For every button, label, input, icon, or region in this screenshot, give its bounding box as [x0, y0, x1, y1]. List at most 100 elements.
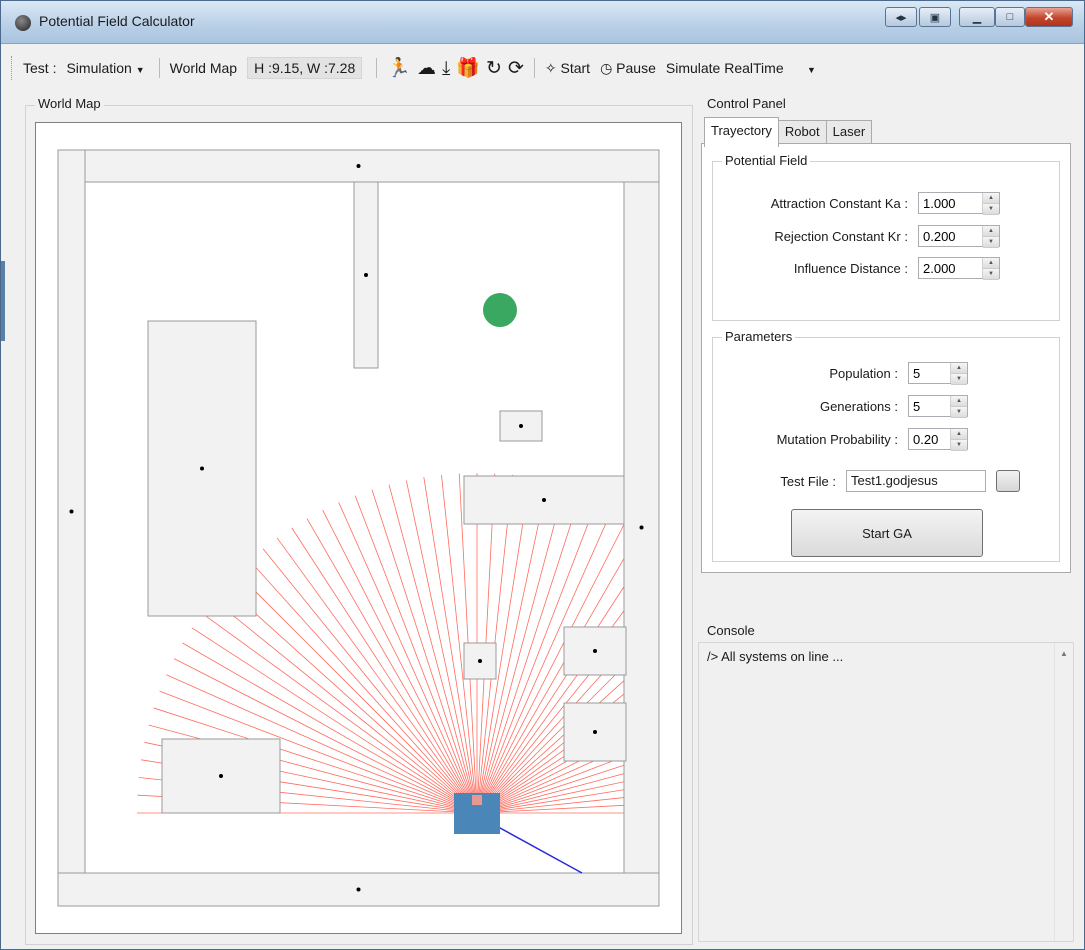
mutation-label: Mutation Probability :: [776, 431, 898, 447]
obstacle-center-dot: [478, 659, 482, 663]
ka-spinner[interactable]: ▲▼: [918, 192, 1000, 215]
spin-up-icon[interactable]: ▲: [951, 429, 967, 440]
spin-up-icon[interactable]: ▲: [951, 363, 967, 374]
population-input[interactable]: [909, 363, 951, 383]
laser-ray: [371, 489, 478, 814]
control-tabs: Trayectory Robot Laser: [704, 117, 873, 147]
spin-arrows[interactable]: ▲ ▼: [982, 258, 999, 280]
run-icon[interactable]: 🏃: [387, 59, 411, 78]
console-panel[interactable]: /> All systems on line ... ▲: [698, 642, 1074, 942]
kr-input[interactable]: [919, 226, 983, 246]
spin-down-icon[interactable]: ▼: [951, 407, 967, 418]
test-file-row: Test File : Test1.godjesus: [742, 470, 1020, 492]
test-dropdown-value: Simulation: [66, 60, 132, 76]
mutation-input[interactable]: [909, 429, 951, 449]
scroll-up-icon[interactable]: ▲: [1060, 649, 1068, 658]
spin-up-icon[interactable]: ▲: [983, 226, 999, 237]
start-label: Start: [560, 59, 591, 76]
influence-spinner[interactable]: ▲▼: [918, 257, 1000, 280]
start-ga-button[interactable]: Start GA: [791, 509, 983, 557]
spin-down-icon[interactable]: ▼: [983, 204, 999, 215]
window-edge: [1, 261, 5, 341]
test-file-input[interactable]: Test1.godjesus: [846, 470, 986, 492]
tab-robot[interactable]: Robot: [777, 120, 827, 145]
test-dropdown[interactable]: Simulation ▼: [66, 60, 144, 76]
console-output: /> All systems on line ...: [707, 649, 844, 664]
tab-laser[interactable]: Laser: [825, 120, 873, 145]
generations-label: Generations :: [819, 398, 898, 414]
generations-input[interactable]: [909, 396, 951, 416]
spin-up-icon[interactable]: ▲: [983, 193, 999, 204]
refresh-icon[interactable]: ↻: [486, 59, 502, 78]
obstacle-center-dot: [542, 498, 546, 502]
map-dimensions: H :9.15, W :7.28: [247, 57, 363, 79]
world-map-label: World Map: [169, 60, 238, 76]
title-bar: Potential Field Calculator ◂▸ ▣ ▁ □ ✕: [1, 1, 1084, 44]
spin-down-icon[interactable]: ▼: [983, 237, 999, 248]
chevron-down-icon: ▼: [135, 65, 145, 75]
robot-sensor: [472, 795, 482, 805]
obstacle-center-dot: [639, 525, 644, 530]
spin-down-icon[interactable]: ▼: [983, 269, 999, 280]
spin-down-icon[interactable]: ▼: [951, 440, 967, 451]
obstacle-center-dot: [356, 164, 361, 168]
tab-trayectory[interactable]: Trayectory: [704, 117, 779, 147]
kr-spinner[interactable]: ▲▼: [918, 225, 1000, 248]
generations-row: Generations : ▲▼: [742, 395, 968, 418]
control-panel-label: Control Panel: [704, 96, 789, 111]
spin-arrows[interactable]: ▲ ▼: [982, 226, 999, 248]
influence-input[interactable]: [919, 258, 983, 278]
download-icon[interactable]: ⤓: [442, 59, 450, 78]
pause-label: Pause: [616, 59, 656, 76]
sim-mode-dropdown[interactable]: Simulate RealTime ▼: [666, 60, 816, 76]
influence-row: Influence Distance : ▲▼: [742, 257, 1000, 280]
spin-arrows[interactable]: ▲ ▼: [950, 363, 967, 385]
chevron-down-icon: ▼: [806, 65, 816, 75]
spin-arrows[interactable]: ▲ ▼: [950, 429, 967, 451]
minimize-button[interactable]: ▁: [959, 7, 995, 27]
laser-ray: [354, 495, 478, 814]
obstacle-center-dot: [593, 730, 597, 734]
obstacle-center-dot: [364, 273, 368, 277]
close-button[interactable]: ✕: [1025, 7, 1073, 27]
app-window: Potential Field Calculator ◂▸ ▣ ▁ □ ✕ Te…: [0, 0, 1085, 950]
mutation-row: Mutation Probability : ▲▼: [742, 428, 968, 451]
spin-down-icon[interactable]: ▼: [951, 374, 967, 385]
clock-icon: ◷: [600, 59, 613, 76]
spin-up-icon[interactable]: ▲: [983, 258, 999, 269]
obstacle-center-dot: [219, 774, 223, 778]
window-restore-button[interactable]: ▣: [919, 7, 951, 27]
obstacle-center-dot: [200, 466, 204, 471]
toolbar: Test : Simulation ▼ World Map H :9.15, W…: [11, 49, 1081, 87]
pause-button[interactable]: ◷ Pause: [600, 60, 656, 77]
maximize-button[interactable]: □: [995, 7, 1025, 27]
sync-icon[interactable]: ⟳: [508, 59, 524, 78]
gift-icon[interactable]: 🎁: [456, 59, 480, 78]
laser-ray: [338, 502, 478, 814]
world-map-canvas[interactable]: [35, 122, 682, 934]
spin-arrows[interactable]: ▲ ▼: [950, 396, 967, 418]
mutation-spinner[interactable]: ▲▼: [908, 428, 968, 451]
population-spinner[interactable]: ▲▼: [908, 362, 968, 385]
generations-spinner[interactable]: ▲▼: [908, 395, 968, 418]
laser-ray: [291, 527, 478, 814]
cloud-icon[interactable]: ☁: [417, 59, 436, 78]
parameters-label: Parameters: [722, 329, 796, 344]
console-scrollbar[interactable]: ▲: [1054, 643, 1073, 941]
robot-path: [490, 822, 583, 874]
ka-input[interactable]: [919, 193, 983, 213]
obstacle-center-dot: [356, 887, 361, 892]
start-button[interactable]: ✧ Start: [545, 60, 590, 77]
window-switch-button[interactable]: ◂▸: [885, 7, 917, 27]
goal-marker: [483, 293, 517, 327]
obstacle-center-dot: [593, 649, 597, 653]
spin-arrows[interactable]: ▲ ▼: [982, 193, 999, 215]
ka-row: Attraction Constant Ka : ▲▼: [742, 192, 1000, 215]
population-label: Population :: [829, 365, 898, 381]
toolbar-grip: [11, 56, 15, 80]
potential-field-label: Potential Field: [722, 153, 811, 168]
browse-button[interactable]: [996, 470, 1020, 492]
influence-label: Influence Distance :: [793, 260, 908, 276]
obstacle-center-dot: [519, 424, 523, 428]
spin-up-icon[interactable]: ▲: [951, 396, 967, 407]
